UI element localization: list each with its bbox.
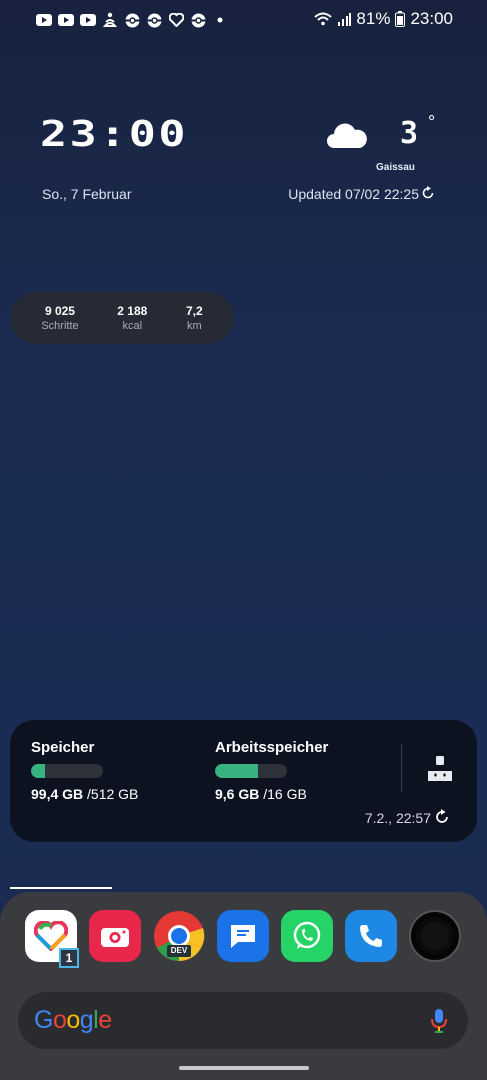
refresh-icon[interactable] [434,809,450,825]
distance-label: km [186,320,202,332]
dot-icon [212,12,228,28]
heart-pulse-icon [168,12,184,28]
kcal-stat: 2 188 kcal [117,304,147,332]
pokemon-icon [146,12,162,28]
dock: 1 DEV Google [0,892,487,1080]
battery-icon [395,11,406,27]
steps-value: 9 025 [44,304,75,318]
storage-timestamp: 7.2., 22:57 [364,810,431,826]
wifi-icon [314,12,333,26]
kcal-label: kcal [122,320,143,332]
steps-label: Schritte [41,320,79,332]
steps-stat: 9 025 Schritte [41,304,78,332]
storage-bar-fill [31,764,45,778]
youtube-icon [36,12,52,28]
storage-amount: 99,4 GB /512 GB [31,786,138,802]
microphone-icon[interactable] [430,1008,448,1039]
distance-value: 7,2 [185,304,203,318]
signal-icon [337,12,352,26]
chrome-dev-badge: DEV [170,946,188,955]
storage-bar [31,764,103,778]
storage-title: Speicher [31,739,95,756]
pokemon-icon [124,12,140,28]
cloud-icon [326,120,368,155]
health-badge: 1 [59,948,79,968]
camera-shortcut-icon[interactable] [409,910,461,962]
google-logo: Google [34,1006,112,1034]
pokemon-icon [190,12,206,28]
whatsapp-app-icon[interactable] [281,910,333,962]
phone-app-icon[interactable] [345,910,397,962]
camera-app-icon[interactable] [89,910,141,962]
clock-time: 23:00 [40,114,188,155]
storage-total: /512 GB [87,786,139,802]
ram-total: /16 GB [263,786,307,802]
ram-title: Arbeitsspeicher [215,739,329,756]
storage-used: 99,4 GB [31,786,84,802]
refresh-weather-icon[interactable] [421,186,437,202]
home-gesture-bar[interactable] [179,1066,309,1070]
ram-bar [215,764,287,778]
youtube-icon [80,12,96,28]
ram-amount: 9,6 GB /16 GB [215,786,307,802]
google-search-bar[interactable]: Google [18,992,468,1049]
messages-app-icon[interactable] [217,910,269,962]
ram-bar-fill [215,764,259,778]
dock-apps: 1 DEV [25,910,461,968]
chrome-dev-app-icon[interactable]: DEV [153,910,205,962]
status-bar: 81% 23:00 [0,0,487,40]
status-time: 23:00 [410,9,453,28]
meditation-icon [102,12,118,28]
divider [401,744,402,792]
status-right: 81% 23:00 [314,9,453,29]
ram-used: 9,6 GB [215,786,260,802]
clean-brush-button[interactable] [424,753,456,785]
health-app-icon[interactable]: 1 [25,910,79,968]
notification-icons [36,12,228,28]
storage-widget[interactable]: Speicher 99,4 GB /512 GB Arbeitsspeicher… [10,720,477,842]
weather-updated: Updated 07/02 22:25 [288,186,419,202]
clock-date: So., 7 Februar [42,186,132,202]
page-indicator [10,887,112,889]
degree-symbol: ° [428,112,436,132]
weather-location: Gaissau [376,162,415,173]
temperature: 3 [400,116,419,151]
distance-stat: 7,2 km [186,304,203,332]
battery-percent: 81% [356,9,391,28]
kcal-value: 2 188 [117,304,148,318]
youtube-icon [58,12,74,28]
health-widget[interactable]: 9 025 Schritte 2 188 kcal 7,2 km [10,292,234,344]
